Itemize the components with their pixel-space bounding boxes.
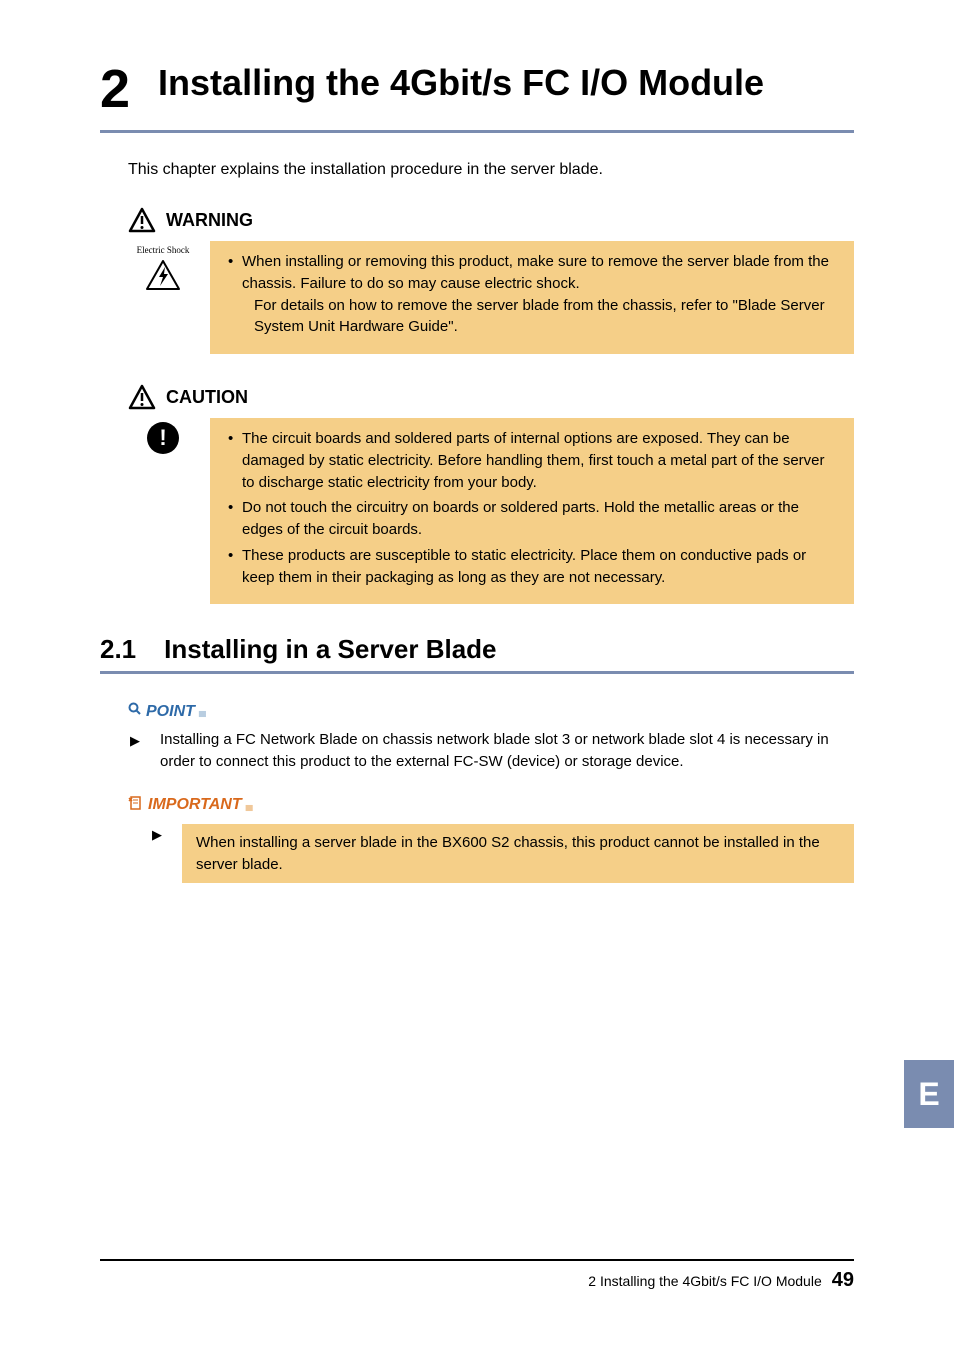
- page-content: 2 Installing the 4Gbit/s FC I/O Module T…: [0, 0, 954, 883]
- magnifier-icon: [128, 702, 142, 721]
- arrow-icon: ▶: [152, 824, 162, 884]
- section-number: 2.1: [100, 634, 136, 665]
- important-trail-icon: ▄: [246, 800, 252, 811]
- chapter-header: 2 Installing the 4Gbit/s FC I/O Module: [100, 60, 854, 133]
- caution-content: The circuit boards and soldered parts of…: [210, 418, 854, 604]
- side-tab: E: [904, 1060, 954, 1128]
- warning-item-text: When installing or removing this product…: [242, 253, 829, 292]
- section-title: Installing in a Server Blade: [164, 634, 496, 665]
- caution-item: Do not touch the circuitry on boards or …: [230, 497, 838, 541]
- chapter-title: Installing the 4Gbit/s FC I/O Module: [158, 60, 764, 105]
- warning-content: When installing or removing this product…: [210, 241, 854, 354]
- important-label: IMPORTANT: [148, 796, 242, 814]
- caution-body: ! The circuit boards and soldered parts …: [128, 418, 854, 604]
- important-text: When installing a server blade in the BX…: [182, 824, 854, 884]
- point-heading: POINT ▄: [128, 702, 854, 721]
- electric-shock-label: Electric Shock: [137, 245, 190, 255]
- important-content: ▶ When installing a server blade in the …: [128, 824, 854, 884]
- important-heading: IMPORTANT ▄: [128, 795, 854, 816]
- intro-text: This chapter explains the installation p…: [128, 161, 854, 179]
- exclamation-circle-icon: !: [147, 422, 179, 454]
- point-trail-icon: ▄: [199, 706, 205, 717]
- important-block: IMPORTANT ▄ ▶ When installing a server b…: [128, 795, 854, 884]
- point-block: POINT ▄ ▶ Installing a FC Network Blade …: [128, 702, 854, 773]
- arrow-icon: ▶: [130, 729, 140, 773]
- warning-continued: For details on how to remove the server …: [242, 295, 838, 339]
- point-label: POINT: [146, 703, 195, 721]
- warning-item: When installing or removing this product…: [230, 251, 838, 338]
- caution-item: The circuit boards and soldered parts of…: [230, 428, 838, 493]
- caution-item: These products are susceptible to static…: [230, 545, 838, 589]
- warning-triangle-icon: [128, 207, 156, 233]
- caution-heading: CAUTION: [128, 384, 854, 410]
- point-text: Installing a FC Network Blade on chassis…: [160, 729, 854, 773]
- warning-block: WARNING Electric Shock When installing o…: [128, 207, 854, 354]
- warning-heading: WARNING: [128, 207, 854, 233]
- point-content: ▶ Installing a FC Network Blade on chass…: [128, 729, 854, 773]
- footer-text: 2 Installing the 4Gbit/s FC I/O Module: [588, 1273, 821, 1289]
- electric-shock-icon: [145, 259, 181, 296]
- caution-block: CAUTION ! The circuit boards and soldere…: [128, 384, 854, 604]
- page-footer: 2 Installing the 4Gbit/s FC I/O Module 4…: [100, 1259, 854, 1292]
- caution-side: !: [128, 418, 198, 454]
- paper-icon: [128, 795, 144, 816]
- warning-side: Electric Shock: [128, 241, 198, 296]
- page-number: 49: [832, 1269, 854, 1292]
- caution-label: CAUTION: [166, 387, 248, 408]
- section-header: 2.1 Installing in a Server Blade: [100, 634, 854, 674]
- warning-body: Electric Shock When installing or removi…: [128, 241, 854, 354]
- warning-label: WARNING: [166, 210, 253, 231]
- chapter-number: 2: [100, 60, 130, 116]
- caution-triangle-icon: [128, 384, 156, 410]
